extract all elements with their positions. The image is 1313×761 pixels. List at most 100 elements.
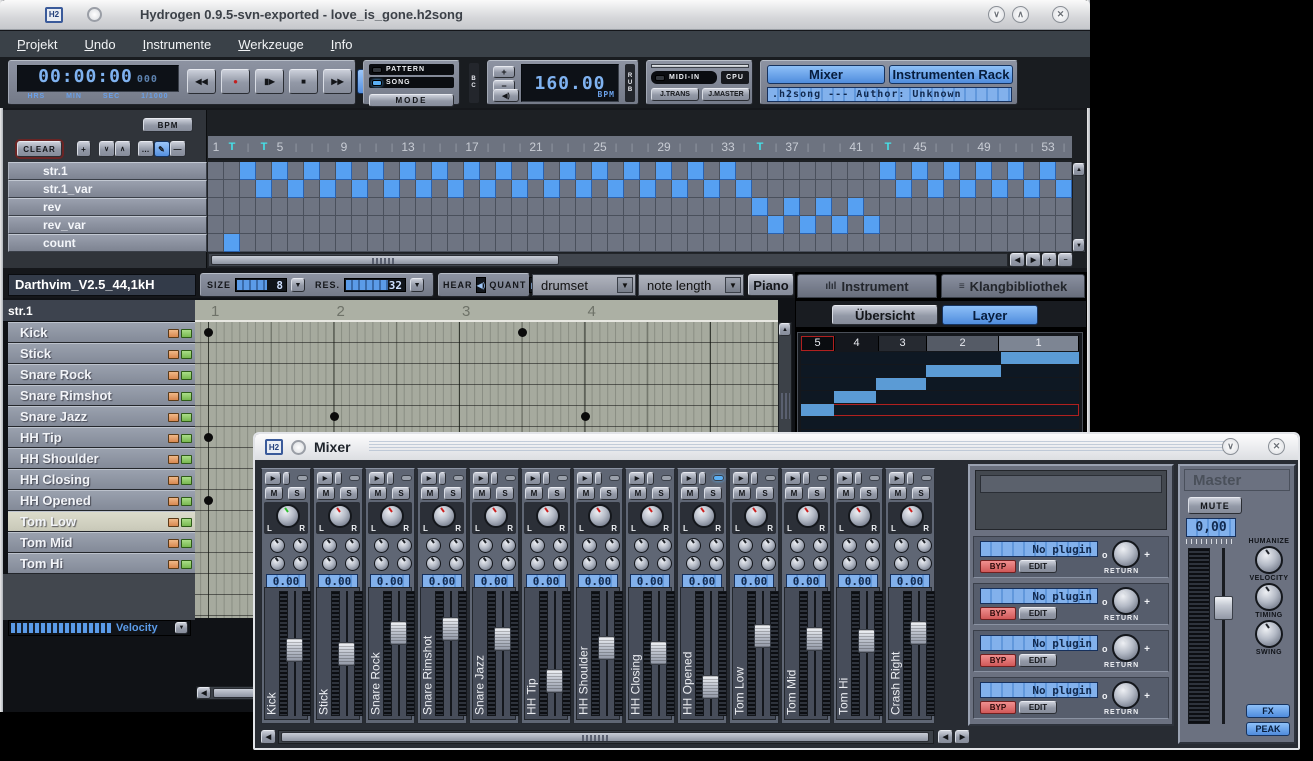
solo-button[interactable]: S [652, 487, 670, 500]
song-cell[interactable] [800, 216, 816, 234]
song-cell[interactable] [912, 180, 928, 198]
song-cell[interactable] [848, 162, 864, 180]
minimize-button[interactable]: ∨ [1222, 438, 1239, 455]
tab-sound-library[interactable]: ≡ Klangbibliothek [941, 274, 1085, 298]
fader-handle[interactable] [806, 627, 823, 651]
pan-knob[interactable] [796, 504, 820, 528]
solo-button[interactable]: S [340, 487, 358, 500]
song-cell[interactable] [688, 162, 704, 180]
timeline-bar-2[interactable]: T [224, 136, 240, 158]
solo-led[interactable] [181, 455, 192, 464]
solo-led[interactable] [181, 413, 192, 422]
note-hh-tip-beat-1[interactable] [204, 433, 213, 442]
timeline-bar-45[interactable]: 45 [912, 136, 928, 158]
song-cell[interactable] [736, 216, 752, 234]
rubberband-label[interactable]: RUB [625, 64, 635, 102]
song-cell[interactable] [448, 180, 464, 198]
song-cell[interactable] [1024, 198, 1040, 216]
song-cell[interactable] [1056, 198, 1072, 216]
song-cell[interactable] [880, 216, 896, 234]
scroll-right-button[interactable]: ▶ [1026, 253, 1041, 267]
song-cell[interactable] [848, 198, 864, 216]
fx-send-knob[interactable] [397, 538, 412, 553]
solo-led[interactable] [181, 476, 192, 485]
timeline-bar-7[interactable]: | [304, 136, 320, 158]
song-cell[interactable] [768, 234, 784, 252]
tab-layer[interactable]: Layer [942, 305, 1038, 325]
timeline-bpm-button[interactable]: BPM [143, 118, 193, 132]
velocity-panel[interactable]: Velocity ▼ [8, 620, 191, 636]
song-cell[interactable] [768, 198, 784, 216]
timeline-bar-50[interactable]: | [992, 136, 1008, 158]
timeline-bar-52[interactable]: | [1024, 136, 1040, 158]
fx-send-knob[interactable] [917, 538, 932, 553]
fader-track[interactable] [289, 591, 301, 716]
layer-bar[interactable] [801, 404, 834, 416]
fx-send-knob[interactable] [686, 556, 701, 571]
layer-row-1[interactable] [801, 352, 1079, 364]
grid-row[interactable] [195, 385, 778, 406]
song-cell[interactable] [624, 180, 640, 198]
fx-return-knob[interactable] [1112, 540, 1140, 568]
mute-led[interactable] [168, 434, 179, 443]
song-cell[interactable] [592, 198, 608, 216]
song-cell[interactable] [336, 198, 352, 216]
timeline-bar-12[interactable]: | [384, 136, 400, 158]
menu-werkzeuge[interactable]: Werkzeuge [238, 37, 304, 52]
fx-send-knob[interactable] [894, 538, 909, 553]
mute-button[interactable]: M [525, 487, 543, 500]
song-cell[interactable] [368, 216, 384, 234]
song-cell[interactable] [960, 198, 976, 216]
song-cell[interactable] [352, 234, 368, 252]
song-cell[interactable] [752, 198, 768, 216]
song-cell[interactable] [832, 216, 848, 234]
main-titlebar[interactable]: H2 Hydrogen 0.9.5-svn-exported - love_is… [0, 0, 1090, 30]
song-cell[interactable] [944, 234, 960, 252]
song-cell[interactable] [672, 234, 688, 252]
mixer-button[interactable]: Mixer [767, 65, 885, 84]
song-cell[interactable] [464, 198, 480, 216]
jack-transport-button[interactable]: J.TRANS [651, 88, 699, 101]
play-sample-button[interactable]: ▶ [421, 472, 437, 485]
note-kick-beat-3.5[interactable] [518, 328, 527, 337]
song-cell[interactable] [256, 162, 272, 180]
song-cell[interactable] [560, 198, 576, 216]
timeline-bar-6[interactable]: | [288, 136, 304, 158]
window-menu-icon[interactable] [87, 7, 102, 22]
minimize-button[interactable]: ∨ [988, 6, 1005, 23]
timeline-bar-19[interactable]: | [496, 136, 512, 158]
pattern-sequence-str.1[interactable] [208, 162, 1072, 180]
draw-mode-button[interactable]: ✎ [154, 141, 170, 157]
layer-bar[interactable] [1001, 352, 1079, 364]
fader-track[interactable] [445, 591, 457, 716]
play-sample-button[interactable]: ▶ [785, 472, 801, 485]
fader-handle[interactable] [598, 636, 615, 660]
song-cell[interactable] [688, 198, 704, 216]
instrument-row-kick[interactable]: Kick [8, 322, 195, 343]
song-cell[interactable] [800, 198, 816, 216]
song-cell[interactable] [816, 162, 832, 180]
fx-send-knob[interactable] [478, 538, 493, 553]
pan-knob[interactable] [432, 504, 456, 528]
fx-send-knob[interactable] [478, 556, 493, 571]
instrument-row-hh-opened[interactable]: HH Opened [8, 490, 195, 511]
song-cell[interactable] [304, 234, 320, 252]
song-cell[interactable] [1056, 234, 1072, 252]
song-cell[interactable] [336, 180, 352, 198]
fx-send-knob[interactable] [345, 538, 360, 553]
song-cell[interactable] [928, 234, 944, 252]
fader-handle[interactable] [338, 642, 355, 666]
timeline-bar-10[interactable]: | [352, 136, 368, 158]
master-fader-handle[interactable] [1214, 596, 1233, 620]
song-cell[interactable] [800, 234, 816, 252]
song-cell[interactable] [704, 216, 720, 234]
instrument-row-snare-jazz[interactable]: Snare Jazz [8, 406, 195, 427]
song-cell[interactable] [656, 234, 672, 252]
song-cell[interactable] [624, 216, 640, 234]
solo-button[interactable]: S [756, 487, 774, 500]
song-cell[interactable] [208, 216, 224, 234]
song-hscrollbar[interactable] [208, 253, 1008, 267]
grid-row[interactable] [195, 343, 778, 364]
fx-send-knob[interactable] [345, 556, 360, 571]
fx-send-knob[interactable] [374, 556, 389, 571]
